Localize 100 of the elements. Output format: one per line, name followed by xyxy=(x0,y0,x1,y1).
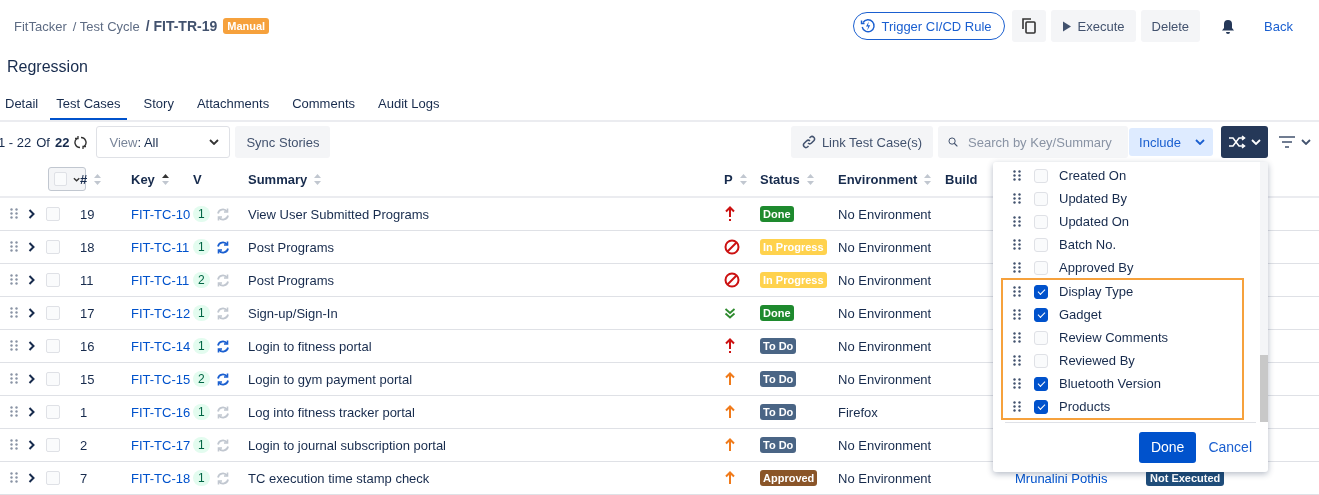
column-header[interactable]: Environment xyxy=(838,171,918,187)
version-badge: 1 xyxy=(193,305,210,321)
drag-handle-icon[interactable] xyxy=(1013,261,1021,274)
drag-handle-icon[interactable] xyxy=(10,241,18,253)
test-case-key-link[interactable]: FIT-TC-16 xyxy=(131,404,193,420)
breadcrumb-link[interactable]: / Test Cycle xyxy=(72,18,140,34)
sync-stories-button[interactable]: Sync Stories xyxy=(235,126,331,158)
row-checkbox[interactable] xyxy=(46,240,60,254)
checkbox[interactable] xyxy=(1034,399,1048,414)
row-checkbox[interactable] xyxy=(46,207,60,221)
drag-handle-icon[interactable] xyxy=(10,373,18,385)
column-header[interactable]: V xyxy=(193,171,202,187)
search-input[interactable]: Search by Key/Summary xyxy=(966,133,1121,151)
drag-handle-icon[interactable] xyxy=(10,406,18,418)
column-option-label: Approved By xyxy=(1059,260,1134,275)
sync-icon[interactable] xyxy=(215,339,230,353)
assignee-link[interactable]: Mrunalini Pothis xyxy=(1015,470,1146,486)
sync-icon[interactable] xyxy=(215,372,230,386)
refresh-icon[interactable] xyxy=(74,135,88,149)
tab[interactable]: Detail xyxy=(0,92,45,120)
include-dropdown[interactable]: Include xyxy=(1129,128,1213,156)
scrollbar-thumb[interactable] xyxy=(1260,355,1268,422)
row-checkbox[interactable] xyxy=(46,273,60,287)
drag-handle-icon[interactable] xyxy=(10,439,18,451)
execute-button[interactable]: Execute xyxy=(1050,10,1136,42)
select-all-checkbox[interactable] xyxy=(54,172,67,186)
drag-handle-icon[interactable] xyxy=(1013,308,1021,321)
tab[interactable]: Attachments xyxy=(190,92,276,120)
test-case-key-link[interactable]: FIT-TC-11 xyxy=(131,272,193,288)
expand-chevron-icon[interactable] xyxy=(28,407,35,417)
row-number: 11 xyxy=(80,272,95,288)
row-checkbox[interactable] xyxy=(46,471,60,485)
status-tag: To Do xyxy=(760,338,797,354)
link-test-case-button[interactable]: Link Test Case(s) xyxy=(790,126,934,158)
back-link[interactable]: Back xyxy=(1264,18,1293,34)
done-button[interactable]: Done xyxy=(1138,431,1197,463)
drag-handle-icon[interactable] xyxy=(1013,192,1021,205)
column-header[interactable]: # xyxy=(80,171,88,187)
column-header[interactable]: P xyxy=(724,171,733,187)
record-total: 22 xyxy=(55,134,70,150)
row-checkbox[interactable] xyxy=(46,438,60,452)
row-checkbox[interactable] xyxy=(46,405,60,419)
sync-icon[interactable] xyxy=(215,240,230,254)
copy-button[interactable] xyxy=(1011,10,1046,42)
tab[interactable]: Comments xyxy=(286,92,362,120)
tab[interactable]: Story xyxy=(137,92,180,120)
checkbox[interactable] xyxy=(1034,307,1048,322)
column-header[interactable]: Build xyxy=(945,171,978,187)
shuffle-icon xyxy=(1228,135,1246,149)
test-case-key-link[interactable]: FIT-TC-14 xyxy=(131,338,193,354)
column-header[interactable]: Summary xyxy=(248,171,308,187)
row-number: 7 xyxy=(80,470,89,486)
drag-handle-icon[interactable] xyxy=(1013,285,1021,298)
tab[interactable]: Audit Logs xyxy=(372,92,446,120)
expand-chevron-icon[interactable] xyxy=(28,440,35,450)
select-all-dropdown[interactable] xyxy=(48,167,86,191)
sort-icon[interactable] xyxy=(160,172,170,186)
test-case-key-link[interactable]: FIT-TC-12 xyxy=(131,305,193,321)
column-header[interactable]: Status xyxy=(760,171,800,187)
drag-handle-icon[interactable] xyxy=(1013,169,1021,182)
notification-bell-icon[interactable] xyxy=(1221,18,1236,34)
search-field[interactable]: Search by Key/Summary xyxy=(938,126,1129,158)
test-case-key-link[interactable]: FIT-TC-17 xyxy=(131,437,193,453)
column-option-label: Products xyxy=(1059,399,1111,414)
drag-handle-icon[interactable] xyxy=(10,274,18,286)
row-checkbox[interactable] xyxy=(46,372,60,386)
checkbox[interactable] xyxy=(1034,376,1048,391)
drag-handle-icon[interactable] xyxy=(1013,331,1021,344)
expand-chevron-icon[interactable] xyxy=(28,275,35,285)
expand-chevron-icon[interactable] xyxy=(28,308,35,318)
expand-chevron-icon[interactable] xyxy=(28,374,35,384)
drag-handle-icon[interactable] xyxy=(1013,377,1021,390)
row-checkbox[interactable] xyxy=(46,306,60,320)
delete-button[interactable]: Delete xyxy=(1140,10,1201,42)
test-case-key-link[interactable]: FIT-TC-11 xyxy=(131,239,193,255)
column-settings-button[interactable] xyxy=(1221,126,1268,158)
expand-chevron-icon[interactable] xyxy=(28,209,35,219)
drag-handle-icon[interactable] xyxy=(10,208,18,220)
drag-handle-icon[interactable] xyxy=(10,340,18,352)
drag-handle-icon[interactable] xyxy=(10,472,18,484)
view-dropdown[interactable]: View: All xyxy=(96,126,231,158)
trigger-rule-button[interactable]: Trigger CI/CD Rule xyxy=(853,12,1005,40)
drag-handle-icon[interactable] xyxy=(1013,400,1021,413)
drag-handle-icon[interactable] xyxy=(1013,238,1021,251)
expand-chevron-icon[interactable] xyxy=(28,341,35,351)
test-case-key-link[interactable]: FIT-TC-18 xyxy=(131,470,193,486)
column-header[interactable]: Key xyxy=(131,171,155,187)
cancel-button[interactable]: Cancel xyxy=(1204,439,1256,455)
breadcrumb-link[interactable]: FitTacker xyxy=(14,18,67,34)
tab[interactable]: Test Cases xyxy=(50,92,127,120)
expand-chevron-icon[interactable] xyxy=(28,473,35,483)
drag-handle-icon[interactable] xyxy=(1013,354,1021,367)
row-checkbox[interactable] xyxy=(46,339,60,353)
test-case-key-link[interactable]: FIT-TC-15 xyxy=(131,371,193,387)
expand-chevron-icon[interactable] xyxy=(28,242,35,252)
version-badge: 1 xyxy=(193,437,210,453)
drag-handle-icon[interactable] xyxy=(10,307,18,319)
drag-handle-icon[interactable] xyxy=(1013,215,1021,228)
checkbox[interactable] xyxy=(1034,284,1048,299)
test-case-key-link[interactable]: FIT-TC-10 xyxy=(131,206,193,222)
